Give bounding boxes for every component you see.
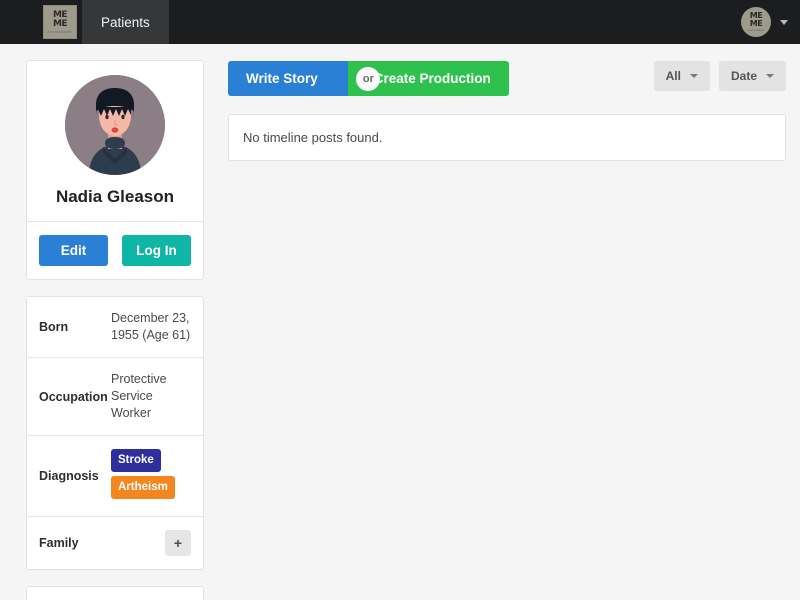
timeline-empty-state: No timeline posts found. xyxy=(228,114,786,161)
timeline-empty-message: No timeline posts found. xyxy=(243,130,383,145)
sidebar: Nadia Gleason Edit Log In Born December … xyxy=(26,60,204,600)
chevron-down-icon[interactable] xyxy=(780,19,788,25)
info-row-diagnosis: Diagnosis Stroke Artheism xyxy=(27,436,203,517)
filter-date-label: Date xyxy=(730,69,757,83)
family-label: Family xyxy=(39,536,79,550)
add-family-button[interactable]: + xyxy=(165,530,191,556)
avatar-line2: ME xyxy=(749,19,763,29)
top-navbar: ME ME PHOTOGRAPHY Patients ME ME PHOTOGR… xyxy=(0,0,800,44)
diagnosis-tags: Stroke Artheism xyxy=(111,449,175,503)
profile-card-body: Nadia Gleason xyxy=(27,61,203,221)
interests-card: Interesets Aspernatur Dr. Zivago xyxy=(26,586,204,600)
brand-logo-link[interactable]: ME ME PHOTOGRAPHY xyxy=(38,0,82,44)
filter-all-dropdown[interactable]: All xyxy=(653,61,710,91)
main-toolbar: Write Story or Create Production All Dat… xyxy=(228,61,786,96)
occupation-value: Protective Service Worker xyxy=(111,372,167,420)
avatar[interactable]: ME ME PHOTOGRAPHY xyxy=(741,7,771,37)
tab-patients-label: Patients xyxy=(101,14,150,30)
diagnosis-tag[interactable]: Stroke xyxy=(111,449,161,472)
patient-avatar-image xyxy=(65,75,165,175)
chevron-down-icon xyxy=(689,74,698,78)
avatar-subtext: PHOTOGRAPHY xyxy=(747,29,765,32)
create-post-split-button: Write Story or Create Production xyxy=(228,61,509,96)
write-story-button[interactable]: Write Story xyxy=(228,61,348,96)
born-label: Born xyxy=(39,320,69,334)
page-body: Nadia Gleason Edit Log In Born December … xyxy=(0,44,800,600)
diagnosis-tag[interactable]: Artheism xyxy=(111,476,175,499)
brand-logo-line2: ME xyxy=(52,18,68,29)
brand-logo-image: ME ME PHOTOGRAPHY xyxy=(43,5,77,39)
navbar-user-menu: ME ME PHOTOGRAPHY xyxy=(741,0,788,44)
chevron-down-icon xyxy=(766,74,774,78)
occupation-label: Occupation xyxy=(39,389,108,404)
interests-card-body: Interesets Aspernatur Dr. Zivago xyxy=(27,587,203,600)
tab-patients[interactable]: Patients xyxy=(82,0,169,44)
edit-button[interactable]: Edit xyxy=(39,235,108,266)
filter-date-dropdown[interactable]: Date xyxy=(718,61,786,91)
timeline-filters: All Date xyxy=(653,61,786,91)
profile-card: Nadia Gleason Edit Log In xyxy=(26,60,204,280)
main-content: Write Story or Create Production All Dat… xyxy=(228,60,786,600)
info-row-family: Family + xyxy=(27,517,203,569)
patient-avatar-illustration xyxy=(65,75,165,175)
page-title: Nadia Gleason xyxy=(55,187,175,206)
profile-actions: Edit Log In xyxy=(27,221,203,279)
diagnosis-label: Diagnosis xyxy=(39,469,99,483)
info-row-born: Born December 23, 1955 (Age 61) xyxy=(27,297,203,358)
log-in-button[interactable]: Log In xyxy=(122,235,191,266)
filter-all-label: All xyxy=(665,69,681,83)
or-separator-badge: or xyxy=(356,66,381,91)
brand-logo-subtext: PHOTOGRAPHY xyxy=(47,30,73,34)
info-row-occupation: Occupation Protective Service Worker xyxy=(27,358,203,436)
patient-info-card: Born December 23, 1955 (Age 61) Occupati… xyxy=(26,296,204,570)
born-value: December 23, 1955 (Age 61) xyxy=(111,311,191,342)
